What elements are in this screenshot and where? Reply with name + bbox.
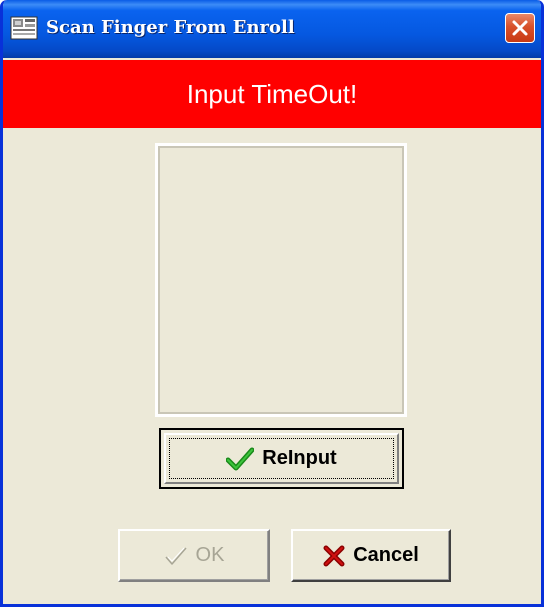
window-title: Scan Finger From Enroll — [46, 17, 295, 38]
close-x-icon — [512, 20, 528, 36]
checkmark-outline-icon — [164, 547, 187, 565]
close-button[interactable] — [505, 13, 535, 43]
reinput-button-content: ReInput — [226, 447, 337, 471]
window-app-icon — [10, 16, 38, 40]
cancel-button-label: Cancel — [353, 544, 419, 566]
cancel-button[interactable]: Cancel — [291, 529, 451, 582]
ok-button-content: OK — [164, 544, 225, 567]
ok-button-label: OK — [195, 544, 225, 566]
status-banner: Input TimeOut! — [3, 60, 541, 128]
title-bar[interactable]: Scan Finger From Enroll — [3, 0, 541, 58]
reinput-button-label: ReInput — [262, 447, 337, 469]
reinput-button[interactable]: ReInput — [159, 428, 404, 489]
green-checkmark-icon — [226, 447, 255, 470]
fingerprint-preview — [155, 143, 407, 417]
dialog-window: Scan Finger From Enroll Input TimeOut! R… — [0, 0, 544, 607]
cancel-button-content: Cancel — [323, 544, 419, 567]
red-x-icon — [323, 545, 345, 566]
status-message: Input TimeOut! — [186, 78, 358, 109]
ok-button[interactable]: OK — [118, 529, 270, 582]
